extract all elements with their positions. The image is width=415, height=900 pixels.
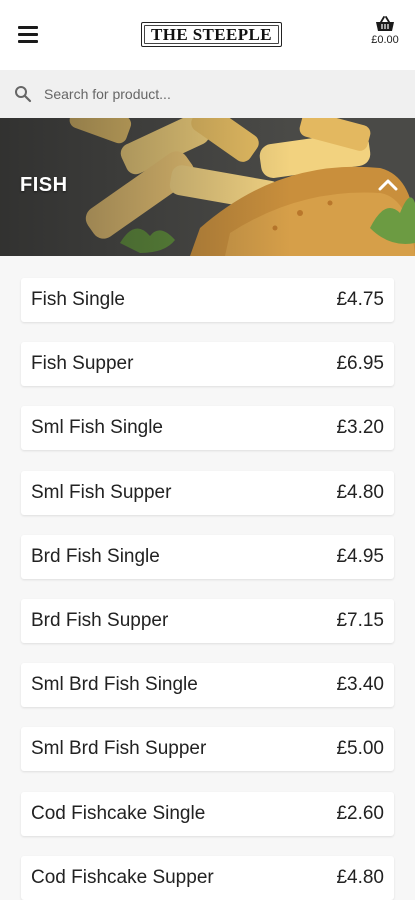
product-item[interactable]: Sml Fish Single £3.20 <box>21 406 394 450</box>
product-item[interactable]: Fish Single £4.75 <box>21 278 394 322</box>
product-price: £4.95 <box>336 546 384 567</box>
logo[interactable]: THE STEEPLE <box>141 22 282 47</box>
product-name: Cod Fishcake Single <box>31 803 206 824</box>
product-item[interactable]: Fish Supper £6.95 <box>21 342 394 386</box>
product-name: Sml Brd Fish Supper <box>31 738 207 759</box>
logo-text: THE STEEPLE <box>150 24 273 44</box>
product-name: Fish Supper <box>31 353 134 374</box>
search-icon <box>15 86 32 103</box>
product-price: £4.80 <box>336 482 384 503</box>
product-price: £4.75 <box>336 289 384 310</box>
product-price: £4.80 <box>336 867 384 888</box>
basket-total: £0.00 <box>371 34 399 46</box>
category-banner[interactable]: FISH <box>0 118 415 256</box>
category-title: FISH <box>20 174 68 196</box>
product-list: Fish Single £4.75 Fish Supper £6.95 Sml … <box>0 256 415 900</box>
product-price: £7.15 <box>336 610 384 631</box>
hamburger-menu-icon[interactable] <box>14 22 44 48</box>
product-name: Brd Fish Supper <box>31 610 169 631</box>
product-item[interactable]: Brd Fish Single £4.95 <box>21 535 394 579</box>
product-item[interactable]: Sml Brd Fish Single £3.40 <box>21 663 394 707</box>
product-price: £2.60 <box>336 803 384 824</box>
product-price: £6.95 <box>336 353 384 374</box>
basket-button[interactable]: £0.00 <box>362 16 408 56</box>
product-price: £3.40 <box>336 674 384 695</box>
product-name: Sml Brd Fish Single <box>31 674 198 695</box>
product-price: £3.20 <box>336 417 384 438</box>
product-price: £5.00 <box>336 738 384 759</box>
product-name: Sml Fish Supper <box>31 482 172 503</box>
chevron-up-icon[interactable] <box>377 178 399 192</box>
product-item[interactable]: Sml Fish Supper £4.80 <box>21 471 394 515</box>
product-name: Sml Fish Single <box>31 417 163 438</box>
search-input[interactable] <box>36 80 396 108</box>
product-item[interactable]: Cod Fishcake Supper £4.80 <box>21 856 394 900</box>
product-name: Fish Single <box>31 289 125 310</box>
product-item[interactable]: Sml Brd Fish Supper £5.00 <box>21 727 394 771</box>
product-item[interactable]: Brd Fish Supper £7.15 <box>21 599 394 643</box>
product-name: Cod Fishcake Supper <box>31 867 214 888</box>
app-header: THE STEEPLE £0.00 <box>0 0 415 70</box>
product-name: Brd Fish Single <box>31 546 160 567</box>
product-item[interactable]: Cod Fishcake Single £2.60 <box>21 792 394 836</box>
search-bar <box>0 70 415 118</box>
basket-icon <box>376 16 394 31</box>
